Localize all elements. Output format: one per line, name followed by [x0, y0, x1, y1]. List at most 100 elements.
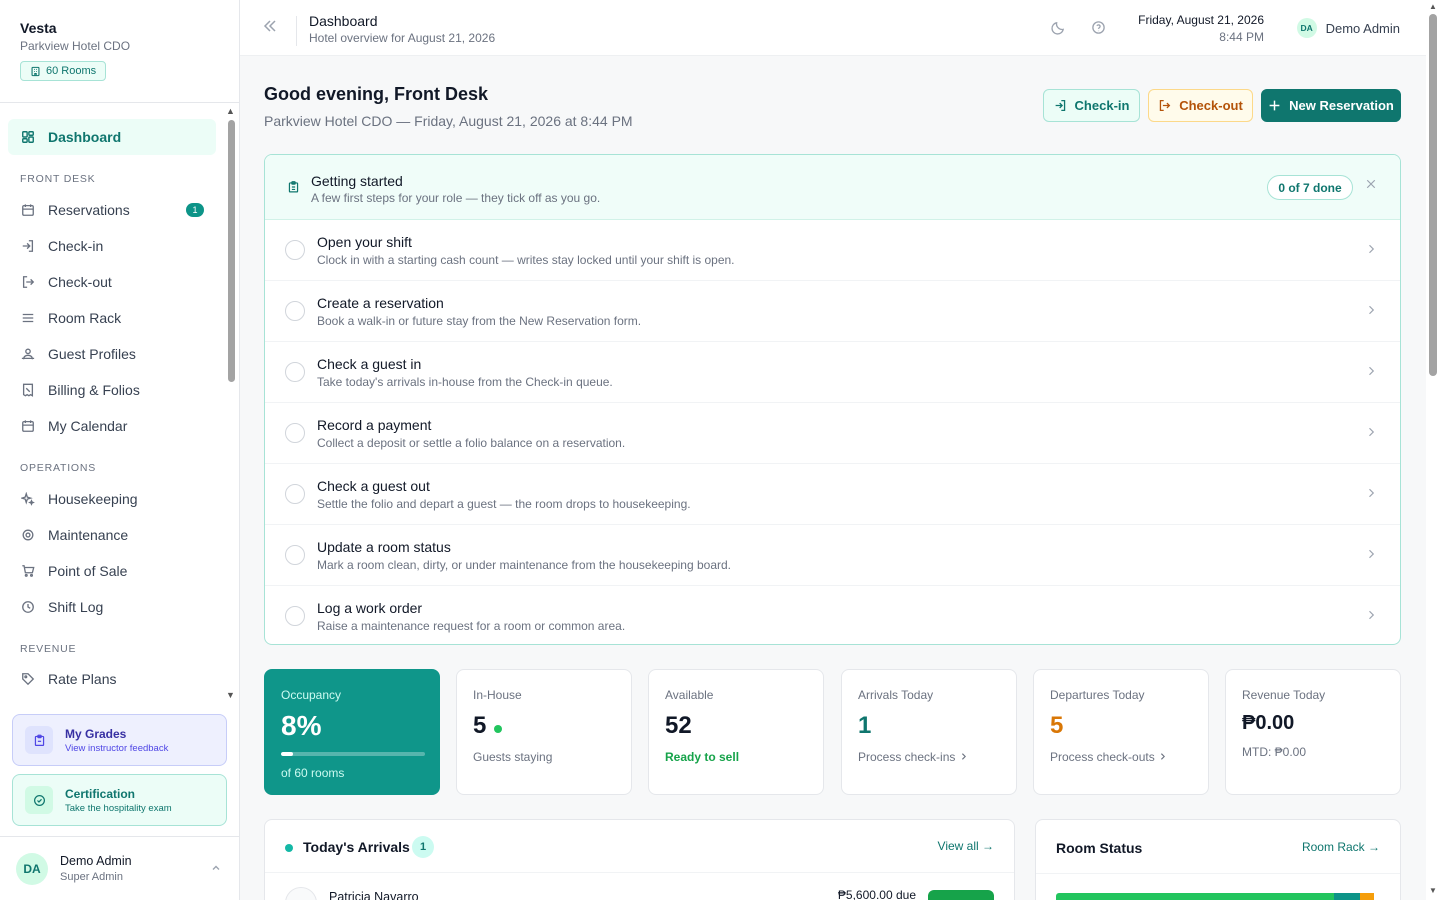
- sidebar-item-guest-profiles[interactable]: Guest Profiles: [8, 336, 216, 372]
- task-checkbox[interactable]: [285, 545, 305, 565]
- user-menu[interactable]: DA Demo Admin Super Admin: [0, 836, 240, 900]
- sidebar-scroll-up[interactable]: ▲: [226, 106, 235, 116]
- page-scrollbar[interactable]: ▲ ▼: [1426, 0, 1440, 900]
- stat-value: 52: [665, 712, 692, 739]
- room-status-segment-clean: [1056, 893, 1334, 900]
- page-scrollbar-thumb[interactable]: [1429, 14, 1437, 376]
- check-in-button[interactable]: Check-in: [1043, 89, 1140, 122]
- list-icon: [20, 310, 36, 326]
- top-user-menu[interactable]: DA Demo Admin: [1296, 18, 1400, 38]
- room-status-segment-dirty: [1360, 893, 1374, 900]
- my-grades-card[interactable]: My Grades View instructor feedback: [12, 714, 227, 766]
- room-status-title: Room Status: [1056, 840, 1143, 856]
- sidebar-item-shift-log[interactable]: Shift Log: [8, 589, 216, 625]
- task-check-guest-in[interactable]: Check a guest in Take today's arrivals i…: [265, 342, 1400, 403]
- sidebar-item-label: Room Rack: [48, 310, 122, 326]
- calendar-icon: [20, 202, 36, 218]
- brand-name: Vesta: [20, 20, 57, 36]
- sidebar-item-billing-folios[interactable]: Billing & Folios: [8, 372, 216, 408]
- close-icon[interactable]: [1365, 177, 1377, 195]
- task-checkbox[interactable]: [285, 301, 305, 321]
- task-description: Collect a deposit or settle a folio bala…: [317, 436, 626, 450]
- task-title: Update a room status: [317, 539, 451, 555]
- sidebar-item-check-in[interactable]: Check-in: [8, 228, 216, 264]
- stat-note: Guests staying: [473, 750, 553, 764]
- stat-label: Revenue Today: [1242, 688, 1326, 702]
- gear-icon: [20, 527, 36, 543]
- certification-card[interactable]: Certification Take the hospitality exam: [12, 774, 227, 826]
- task-checkbox[interactable]: [285, 606, 305, 626]
- chevron-up-icon: [210, 861, 222, 877]
- hotel-name: Parkview Hotel CDO: [20, 39, 131, 53]
- sidebar-item-dashboard[interactable]: Dashboard: [8, 119, 216, 155]
- list-item[interactable]: Patricia Navarro ₱5,600.00 due: [265, 873, 1014, 900]
- sidebar-scrollbar-thumb[interactable]: [228, 120, 235, 382]
- help-icon[interactable]: [1091, 20, 1106, 38]
- task-create-reservation[interactable]: Create a reservation Book a walk-in or f…: [265, 281, 1400, 342]
- amount-due: ₱5,600.00 due: [837, 888, 916, 900]
- chevron-right-icon: [1365, 425, 1377, 441]
- sidebar-item-rate-plans[interactable]: Rate Plans: [8, 661, 216, 697]
- cart-icon: [20, 563, 36, 579]
- current-date: Friday, August 21, 2026: [1138, 13, 1264, 27]
- section-revenue: REVENUE: [20, 643, 77, 655]
- task-checkbox[interactable]: [285, 240, 305, 260]
- task-checkbox[interactable]: [285, 362, 305, 382]
- view-all-link[interactable]: View all →: [938, 839, 994, 853]
- sidebar-item-point-of-sale[interactable]: Point of Sale: [8, 553, 216, 589]
- stat-value: 5: [473, 712, 487, 739]
- clock-icon: [20, 599, 36, 615]
- chevron-right-icon: [1365, 242, 1377, 258]
- task-open-shift[interactable]: Open your shift Clock in with a starting…: [265, 220, 1400, 281]
- chevron-right-icon: [1365, 303, 1377, 319]
- sidebar-scroll-down[interactable]: ▼: [226, 690, 235, 700]
- new-reservation-button-label: New Reservation: [1289, 98, 1394, 113]
- sidebar-item-reservations[interactable]: Reservations 1: [8, 192, 216, 228]
- sidebar-item-housekeeping[interactable]: Housekeeping: [8, 481, 216, 517]
- task-log-work-order[interactable]: Log a work order Raise a maintenance req…: [265, 586, 1400, 644]
- arrival-action-button[interactable]: [928, 890, 994, 900]
- revenue-today-card: Revenue Today ₱0.00 MTD: ₱0.00: [1225, 669, 1401, 795]
- room-rack-link[interactable]: Room Rack →: [1302, 840, 1380, 854]
- stat-note: Ready to sell: [665, 750, 740, 764]
- brand-block: Vesta Parkview Hotel CDO 60 Rooms: [0, 0, 239, 103]
- check-out-button[interactable]: Check-out: [1148, 89, 1253, 122]
- task-checkbox[interactable]: [285, 423, 305, 443]
- divider: [296, 16, 297, 46]
- process-check-ins-link[interactable]: Process check-ins: [858, 750, 1000, 764]
- user-name: Demo Admin: [60, 854, 132, 868]
- sidebar-item-my-calendar[interactable]: My Calendar: [8, 408, 216, 444]
- sidebar-item-room-rack[interactable]: Room Rack: [8, 300, 216, 336]
- process-check-outs-label: Process check-outs: [1050, 750, 1155, 764]
- sidebar-item-maintenance[interactable]: Maintenance: [8, 517, 216, 553]
- task-description: Mark a room clean, dirty, or under maint…: [317, 558, 731, 572]
- task-update-room-status[interactable]: Update a room status Mark a room clean, …: [265, 525, 1400, 586]
- stat-label: Departures Today: [1050, 688, 1145, 702]
- process-check-outs-link[interactable]: Process check-outs: [1050, 750, 1192, 764]
- room-status-segment-occupied: [1334, 893, 1360, 900]
- stat-label: In-House: [473, 688, 522, 702]
- chevron-right-icon: [1161, 753, 1166, 760]
- departures-today-card: Departures Today 5 Process check-outs: [1033, 669, 1209, 795]
- stat-note: MTD: ₱0.00: [1242, 745, 1307, 759]
- occupancy-card: Occupancy 8% of 60 rooms: [264, 669, 440, 795]
- sidebar-item-label: Housekeeping: [48, 491, 138, 507]
- page-scroll-up[interactable]: ▲: [1429, 2, 1437, 11]
- moon-icon[interactable]: [1051, 20, 1066, 38]
- calendar-icon: [20, 418, 36, 434]
- topbar: Dashboard Hotel overview for August 21, …: [240, 0, 1426, 56]
- task-record-payment[interactable]: Record a payment Collect a deposit or se…: [265, 403, 1400, 464]
- task-title: Record a payment: [317, 417, 432, 433]
- top-user-name: Demo Admin: [1325, 20, 1400, 36]
- sidebar-item-check-out[interactable]: Check-out: [8, 264, 216, 300]
- avatar: DA: [1296, 18, 1317, 38]
- page-scroll-down[interactable]: ▼: [1429, 886, 1437, 895]
- arrivals-header: Today's Arrivals 1 View all →: [265, 820, 1014, 873]
- task-check-guest-out[interactable]: Check a guest out Settle the folio and d…: [265, 464, 1400, 525]
- task-checkbox[interactable]: [285, 484, 305, 504]
- collapse-sidebar-icon[interactable]: [262, 18, 278, 37]
- new-reservation-button[interactable]: New Reservation: [1261, 89, 1401, 122]
- my-grades-title: My Grades: [65, 726, 127, 741]
- rooms-count-badge: 60 Rooms: [20, 61, 107, 81]
- sidebar-item-label: Guest Profiles: [48, 346, 136, 362]
